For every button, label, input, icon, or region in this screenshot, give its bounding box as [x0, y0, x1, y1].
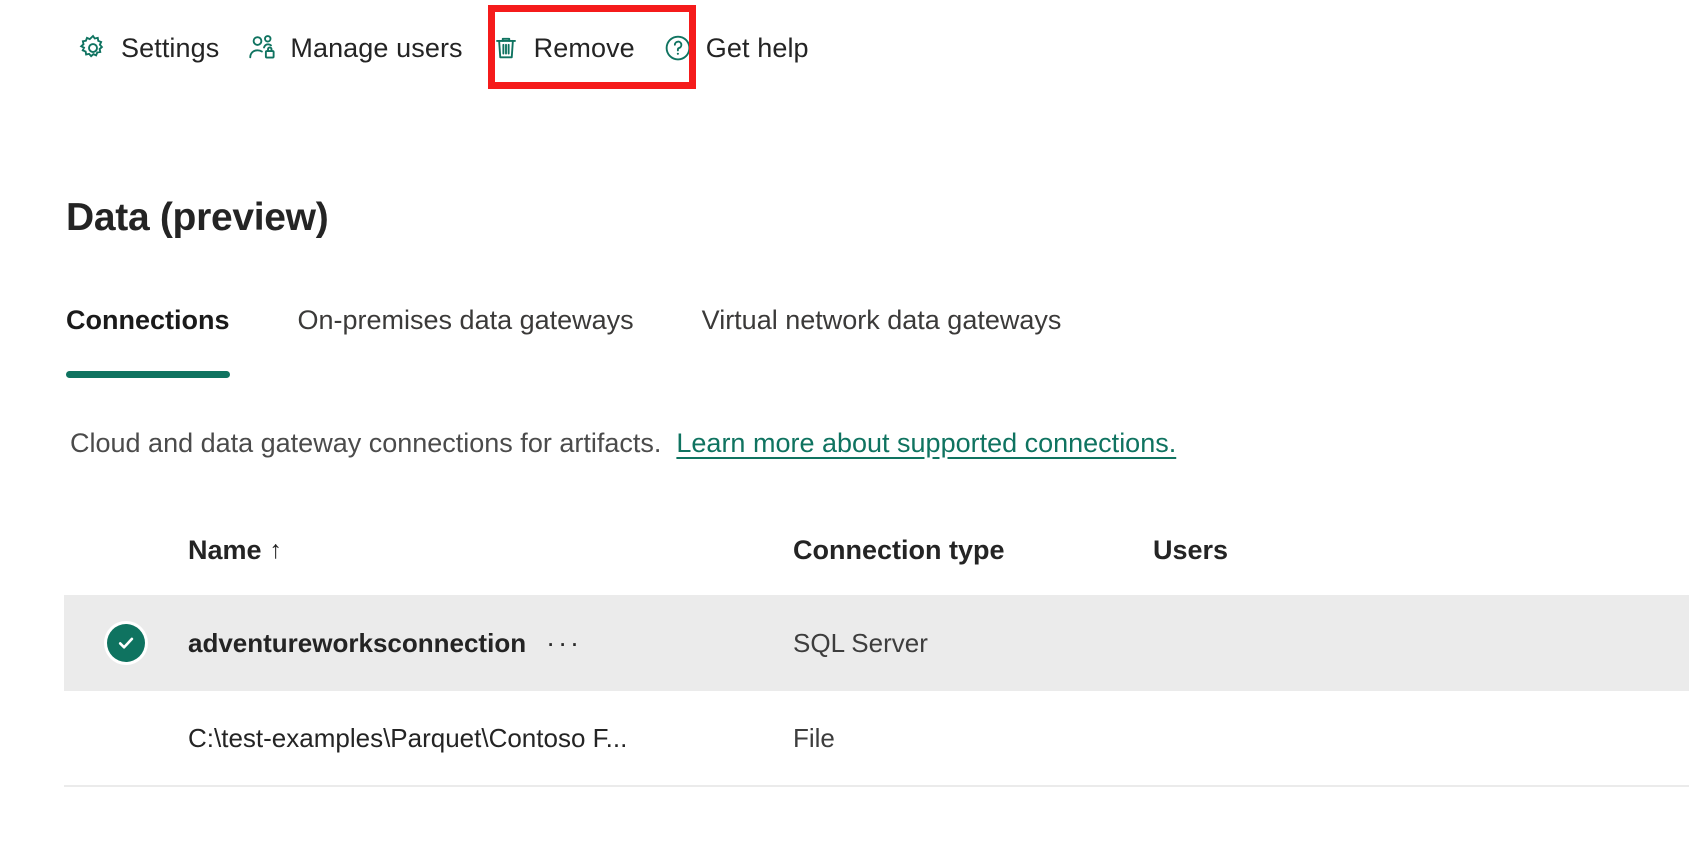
checkmark-selected-icon[interactable] [107, 624, 145, 662]
page-title: Data (preview) [66, 196, 328, 240]
manage-users-label: Manage users [290, 35, 462, 62]
row-connection-type: SQL Server [793, 628, 1153, 659]
row-name-cell[interactable]: adventureworksconnection ··· [188, 628, 793, 659]
connections-table: Name ↑ Connection type Users adventurewo… [64, 505, 1689, 787]
manage-users-button[interactable]: Manage users [233, 18, 476, 78]
table-header-row: Name ↑ Connection type Users [64, 505, 1689, 595]
column-header-name-label: Name [188, 535, 262, 566]
table-row[interactable]: C:\test-examples\Parquet\Contoso F... Fi… [64, 691, 1689, 787]
remove-button[interactable]: Remove [477, 18, 649, 78]
connection-name: adventureworksconnection [188, 628, 526, 659]
description-text: Cloud and data gateway connections for a… [70, 428, 661, 458]
row-name-cell[interactable]: C:\test-examples\Parquet\Contoso F... [188, 723, 793, 754]
tab-on-premises-data-gateways[interactable]: On-premises data gateways [298, 305, 634, 336]
table-row[interactable]: adventureworksconnection ··· SQL Server [64, 595, 1689, 691]
tab-list: Connections On-premises data gateways Vi… [66, 305, 1129, 336]
column-header-users[interactable]: Users [1153, 535, 1453, 566]
sort-ascending-icon: ↑ [270, 536, 283, 565]
row-connection-type: File [793, 723, 1153, 754]
column-header-name[interactable]: Name ↑ [188, 535, 793, 566]
row-more-options-icon[interactable]: ··· [546, 635, 582, 651]
get-help-button[interactable]: Get help [649, 18, 823, 78]
manage-users-icon [247, 33, 277, 63]
tab-virtual-network-data-gateways[interactable]: Virtual network data gateways [702, 305, 1062, 336]
trash-icon [491, 33, 521, 63]
settings-label: Settings [121, 35, 219, 62]
get-help-label: Get help [706, 35, 809, 62]
column-header-connection-type[interactable]: Connection type [793, 535, 1153, 566]
learn-more-link[interactable]: Learn more about supported connections. [676, 428, 1176, 458]
connection-name: C:\test-examples\Parquet\Contoso F... [188, 723, 627, 754]
remove-label: Remove [534, 35, 635, 62]
description: Cloud and data gateway connections for a… [70, 428, 1176, 459]
question-circle-icon [663, 33, 693, 63]
gear-icon [78, 33, 108, 63]
tab-connections[interactable]: Connections [66, 305, 230, 336]
settings-button[interactable]: Settings [64, 18, 233, 78]
row-select-cell[interactable] [64, 624, 188, 662]
command-bar: Settings Manage users Remove [0, 0, 1689, 100]
